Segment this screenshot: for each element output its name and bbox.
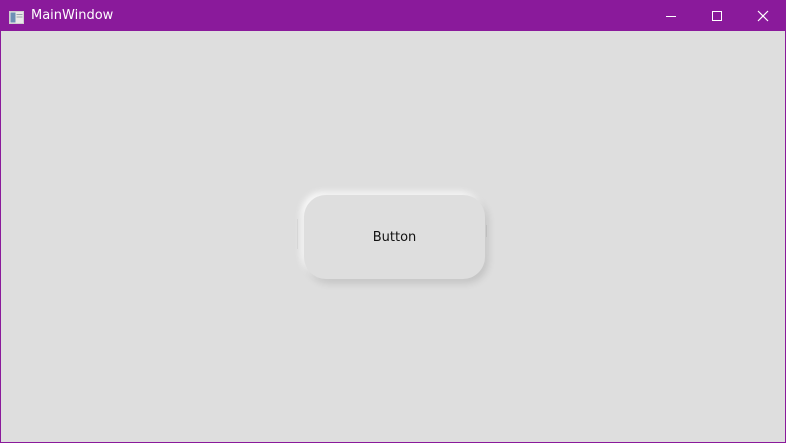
close-icon: [757, 10, 769, 22]
minimize-button[interactable]: [648, 1, 694, 31]
close-button[interactable]: [740, 1, 786, 31]
app-window-icon: [9, 9, 24, 24]
window-title: MainWindow: [31, 8, 114, 23]
maximize-button[interactable]: [694, 1, 740, 31]
decorative-edge: [297, 219, 298, 249]
minimize-icon: [665, 10, 677, 22]
main-window: MainWindow Button: [0, 0, 786, 443]
main-button[interactable]: Button: [304, 195, 485, 279]
central-widget: Button: [1, 31, 785, 442]
decorative-edge: [486, 225, 487, 237]
title-bar[interactable]: MainWindow: [1, 1, 785, 31]
maximize-icon: [711, 10, 723, 22]
